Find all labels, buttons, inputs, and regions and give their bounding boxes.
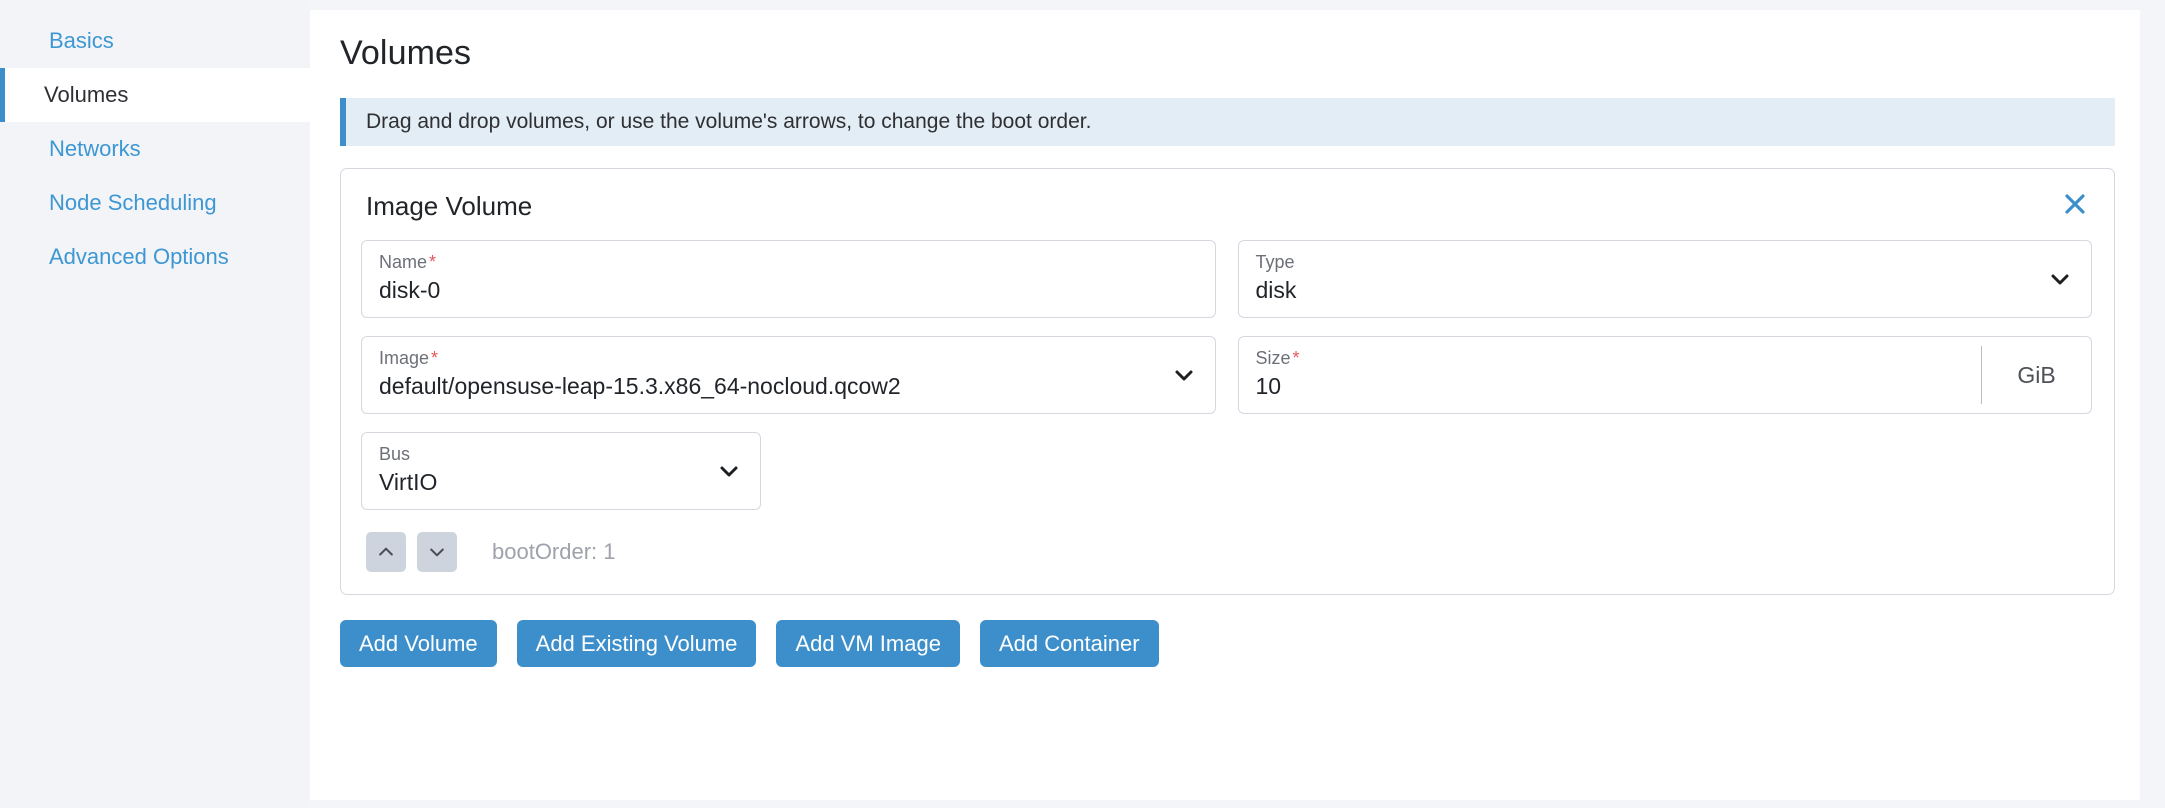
image-field-value: default/opensuse-leap-15.3.x86_64-noclou…: [379, 372, 901, 399]
page-title: Volumes: [340, 34, 472, 72]
add-container-button[interactable]: Add Container: [979, 620, 1159, 667]
bus-field-value: VirtIO: [379, 468, 438, 495]
sidebar: Basics Volumes Networks Node Scheduling …: [0, 0, 310, 808]
size-field-label: Size *: [1256, 347, 2074, 370]
sidebar-item-label: Basics: [49, 28, 114, 53]
add-existing-volume-button[interactable]: Add Existing Volume: [516, 620, 757, 667]
size-field-value: 10: [1255, 372, 1282, 399]
required-asterisk: *: [1292, 348, 1300, 368]
size-field[interactable]: Size * 10 GiB: [1237, 336, 2092, 414]
boot-order-row: bootOrder: 1: [366, 532, 2092, 572]
form-row-1: Name * disk-0 Type disk: [361, 240, 2092, 318]
chevron-up-icon: [376, 542, 396, 562]
type-field-value: disk: [1255, 276, 1297, 303]
name-field[interactable]: Name * disk-0: [361, 240, 1216, 318]
image-field-label: Image *: [379, 347, 1197, 370]
sidebar-item-label: Volumes: [44, 82, 129, 107]
name-field-value: disk-0: [379, 276, 441, 303]
bus-field[interactable]: Bus VirtIO: [361, 432, 761, 510]
close-icon[interactable]: [2058, 187, 2092, 221]
app-root: Basics Volumes Networks Node Scheduling …: [0, 0, 2165, 808]
sidebar-item-node-scheduling[interactable]: Node Scheduling: [0, 176, 310, 230]
form-row-3: Bus VirtIO: [361, 432, 2092, 510]
sidebar-item-label: Networks: [49, 136, 141, 161]
sidebar-item-networks[interactable]: Networks: [0, 122, 310, 176]
sidebar-item-basics[interactable]: Basics: [0, 14, 310, 68]
required-asterisk: *: [429, 252, 437, 272]
image-volume-card: Image Volume Name * disk-0 Type disk Ima…: [340, 168, 2115, 595]
card-title: Image Volume: [366, 191, 533, 221]
content-panel: Volumes Drag and drop volumes, or use th…: [310, 10, 2140, 800]
sidebar-item-advanced-options[interactable]: Advanced Options: [0, 230, 310, 284]
info-banner-text: Drag and drop volumes, or use the volume…: [366, 110, 1092, 133]
move-up-button[interactable]: [366, 532, 406, 572]
boot-order-label: bootOrder: 1: [492, 539, 616, 564]
image-field[interactable]: Image * default/opensuse-leap-15.3.x86_64…: [361, 336, 1216, 414]
name-label-text: Name: [379, 252, 428, 272]
required-asterisk: *: [431, 348, 439, 368]
bus-field-label: Bus: [379, 444, 411, 464]
type-field[interactable]: Type disk: [1237, 240, 2092, 318]
move-down-button[interactable]: [417, 532, 457, 572]
info-banner: Drag and drop volumes, or use the volume…: [340, 98, 2115, 146]
form-row-2: Image * default/opensuse-leap-15.3.x86_64…: [361, 336, 2092, 414]
sidebar-item-volumes[interactable]: Volumes: [0, 68, 310, 122]
action-buttons: Add Volume Add Existing Volume Add VM Im…: [340, 620, 2116, 667]
chevron-down-icon: [427, 542, 447, 562]
add-vm-image-button[interactable]: Add VM Image: [776, 620, 960, 667]
image-label-text: Image: [379, 348, 430, 368]
size-unit: GiB: [1981, 346, 2091, 404]
sidebar-item-label: Advanced Options: [49, 244, 229, 269]
sidebar-item-label: Node Scheduling: [49, 190, 217, 215]
name-field-label: Name *: [379, 251, 1197, 274]
type-field-label: Type: [1255, 252, 1295, 272]
size-label-text: Size: [1255, 348, 1291, 368]
size-unit-text: GiB: [2017, 361, 2056, 388]
add-volume-button[interactable]: Add Volume: [340, 620, 497, 667]
